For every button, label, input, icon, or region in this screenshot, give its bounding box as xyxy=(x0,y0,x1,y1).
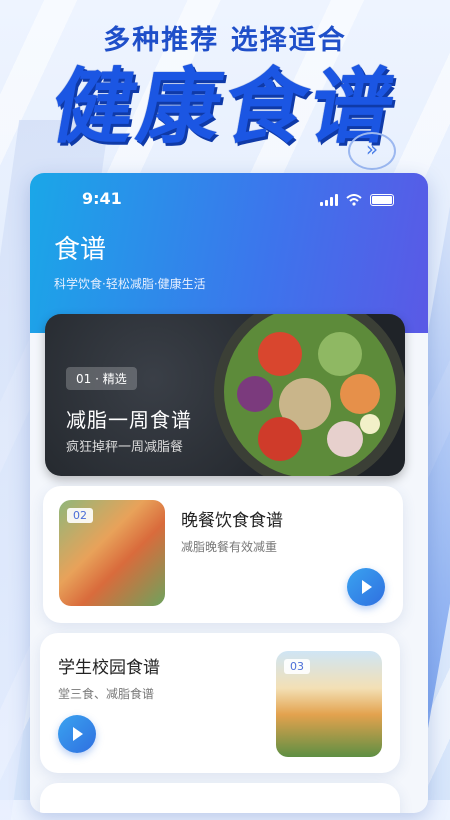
promo-tagline: 多种推荐 选择适合 xyxy=(103,25,347,56)
battery-icon xyxy=(370,194,394,206)
featured-title: 减脂一周食谱 xyxy=(66,408,192,432)
recipe-thumbnail: 03 xyxy=(276,651,382,757)
play-button[interactable] xyxy=(58,715,96,753)
status-icons xyxy=(320,194,394,206)
featured-recipe-card[interactable]: 01 · 精选 减脂一周食谱 疯狂掉秤一周减脂餐 xyxy=(45,314,405,476)
chat-bubble-icon: » xyxy=(348,132,396,170)
signal-icon xyxy=(320,194,338,206)
phone-screen: 9:41 食谱 科学饮食·轻松减脂·健康生活 01 · 精选 减脂一周食谱 疯狂… xyxy=(30,173,428,813)
play-button[interactable] xyxy=(347,568,385,606)
page-title: 食谱 xyxy=(54,235,107,265)
wifi-icon xyxy=(346,194,362,206)
featured-tag: 01 · 精选 xyxy=(66,367,137,390)
page-subtitle: 科学饮食·轻松减脂·健康生活 xyxy=(54,277,206,291)
salad-bowl-image xyxy=(214,314,405,476)
recipe-number: 02 xyxy=(67,508,93,523)
recipe-card[interactable]: 02 晚餐饮食食谱 减脂晚餐有效减重 xyxy=(43,486,403,623)
recipe-number: 03 xyxy=(284,659,310,674)
status-time: 9:41 xyxy=(82,189,122,208)
recipe-subtitle: 堂三食、减脂食谱 xyxy=(58,687,155,701)
recipe-thumbnail: 02 xyxy=(59,500,165,606)
recipe-subtitle: 减脂晚餐有效减重 xyxy=(181,540,278,554)
recipe-card-partial[interactable] xyxy=(40,783,400,813)
app-header: 9:41 食谱 科学饮食·轻松减脂·健康生活 xyxy=(30,173,428,333)
recipe-title: 学生校园食谱 xyxy=(58,658,160,678)
featured-subtitle: 疯狂掉秤一周减脂餐 xyxy=(66,440,184,455)
recipe-title: 晚餐饮食食谱 xyxy=(181,511,283,531)
recipe-card[interactable]: 学生校园食谱 堂三食、减脂食谱 03 xyxy=(40,633,400,773)
